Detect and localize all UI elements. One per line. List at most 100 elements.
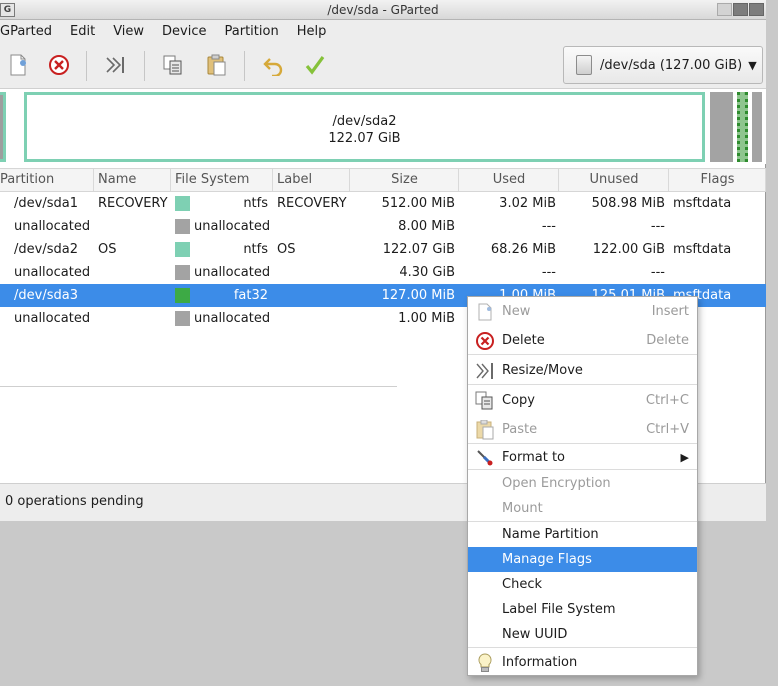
cell-size: 4.30 GiB [399,265,455,280]
paste-button[interactable] [204,53,228,77]
cell-partition: /dev/sda2 [14,242,78,257]
pane-divider[interactable] [0,386,397,387]
menu-item-delete[interactable]: Delete Delete [468,328,697,353]
cell-name: OS [98,242,117,257]
menu-item-label: Check [502,577,542,592]
table-row[interactable]: unallocated unallocated 8.00 MiB --- --- [0,215,766,238]
fs-color-swatch [175,311,190,326]
cell-used: --- [541,265,556,280]
col-filesystem[interactable]: File System [172,169,273,191]
device-label: /dev/sda (127.00 GiB) [600,57,743,73]
cell-size: 1.00 MiB [398,311,455,326]
new-partition-button[interactable] [6,53,30,77]
col-partition[interactable]: Partition [0,169,94,191]
cell-size: 127.00 MiB [381,288,455,303]
cell-filesystem: unallocated [194,311,271,326]
cell-used: --- [541,219,556,234]
menu-item-information[interactable]: Information [468,650,697,675]
table-header: Partition Name File System Label Size Us… [0,168,766,192]
menu-item-new[interactable]: New Insert [468,299,697,324]
table-row[interactable]: /dev/sda1 RECOVERY ntfs RECOVERY 512.00 … [0,192,766,215]
col-name[interactable]: Name [95,169,171,191]
resize-move-icon [106,57,124,73]
map-unallocated[interactable] [752,92,762,162]
menu-item-accel: Insert [651,304,689,319]
apply-icon [305,56,325,75]
cell-filesystem: unallocated [194,219,271,234]
menu-item-resize-move[interactable]: Resize/Move [468,358,697,383]
menu-gparted[interactable]: GParted [0,20,61,44]
map-partition-sda2[interactable]: /dev/sda2 122.07 GiB [24,92,705,162]
menu-item-format-to[interactable]: Format to ▶ [468,445,697,470]
fs-color-swatch [175,265,190,280]
table-row[interactable]: /dev/sda2 OS ntfs OS 122.07 GiB 68.26 Mi… [0,238,766,261]
cell-partition: /dev/sda1 [14,196,78,211]
table-row[interactable]: unallocated unallocated 4.30 GiB --- --- [0,261,766,284]
map-partition-sda1[interactable] [0,92,6,162]
menu-help[interactable]: Help [288,20,336,44]
col-flags[interactable]: Flags [670,169,766,191]
menu-separator [468,469,697,470]
fs-color-swatch [175,196,190,211]
delete-partition-button[interactable] [47,53,71,77]
menu-view[interactable]: View [104,20,153,44]
copy-icon [163,55,182,75]
operations-pending: 0 operations pending [5,494,144,509]
copy-button[interactable] [161,53,185,77]
menu-item-manage-flags[interactable]: Manage Flags [468,547,697,572]
menu-item-label: Paste [502,422,538,437]
col-unused[interactable]: Unused [560,169,669,191]
menu-item-label: Resize/Move [502,363,583,378]
device-selector[interactable]: /dev/sda (127.00 GiB) ▼ [563,46,763,84]
menu-item-label: Open Encryption [502,476,611,491]
format-icon [475,448,495,468]
cell-unused: --- [650,219,665,234]
cell-used: 3.02 MiB [499,196,556,211]
cell-filesystem: ntfs [243,196,268,211]
menu-item-mount[interactable]: Mount [468,496,697,521]
menu-item-copy[interactable]: Copy Ctrl+C [468,388,697,413]
lightbulb-icon [475,653,495,673]
minimize-button[interactable] [717,3,732,16]
menu-item-check[interactable]: Check [468,572,697,597]
menu-item-paste[interactable]: Paste Ctrl+V [468,417,697,442]
close-button[interactable] [749,3,764,16]
menu-separator [468,443,697,444]
window-title: /dev/sda - GParted [327,3,439,17]
menu-item-label: New [502,304,531,319]
resize-move-button[interactable] [104,53,128,77]
resize-move-icon [475,361,495,381]
menu-item-accel: Ctrl+C [645,393,689,408]
fs-color-swatch [175,288,190,303]
menu-item-label: Delete [502,333,545,348]
col-size[interactable]: Size [351,169,459,191]
cell-filesystem: fat32 [233,288,268,303]
maximize-button[interactable] [733,3,748,16]
new-icon [10,54,26,76]
map-unallocated[interactable] [710,92,733,162]
apply-button[interactable] [303,53,327,77]
menu-device[interactable]: Device [153,20,215,44]
menu-item-name-partition[interactable]: Name Partition [468,522,697,547]
menu-item-label: Copy [502,393,535,408]
title-bar[interactable]: G /dev/sda - GParted [0,0,766,20]
toolbar-separator [86,51,87,81]
menu-item-label-file-system[interactable]: Label File System [468,597,697,622]
undo-button[interactable] [261,53,285,77]
menu-item-open-encryption[interactable]: Open Encryption [468,471,697,496]
col-used[interactable]: Used [460,169,559,191]
menu-item-accel: Ctrl+V [646,422,689,437]
menu-item-label: Format to [502,450,565,465]
menu-item-label: Mount [502,501,543,516]
menu-edit[interactable]: Edit [61,20,104,44]
cell-size: 122.07 GiB [382,242,455,257]
col-label[interactable]: Label [274,169,350,191]
menu-partition[interactable]: Partition [216,20,288,44]
window-controls [717,3,764,16]
map-partition-size: 122.07 GiB [328,131,401,146]
paste-icon [475,420,495,440]
menu-item-new-uuid[interactable]: New UUID [468,622,697,647]
map-partition-name: /dev/sda2 [332,114,397,129]
cell-label: RECOVERY [277,196,347,211]
map-partition-sda3[interactable] [737,92,748,162]
